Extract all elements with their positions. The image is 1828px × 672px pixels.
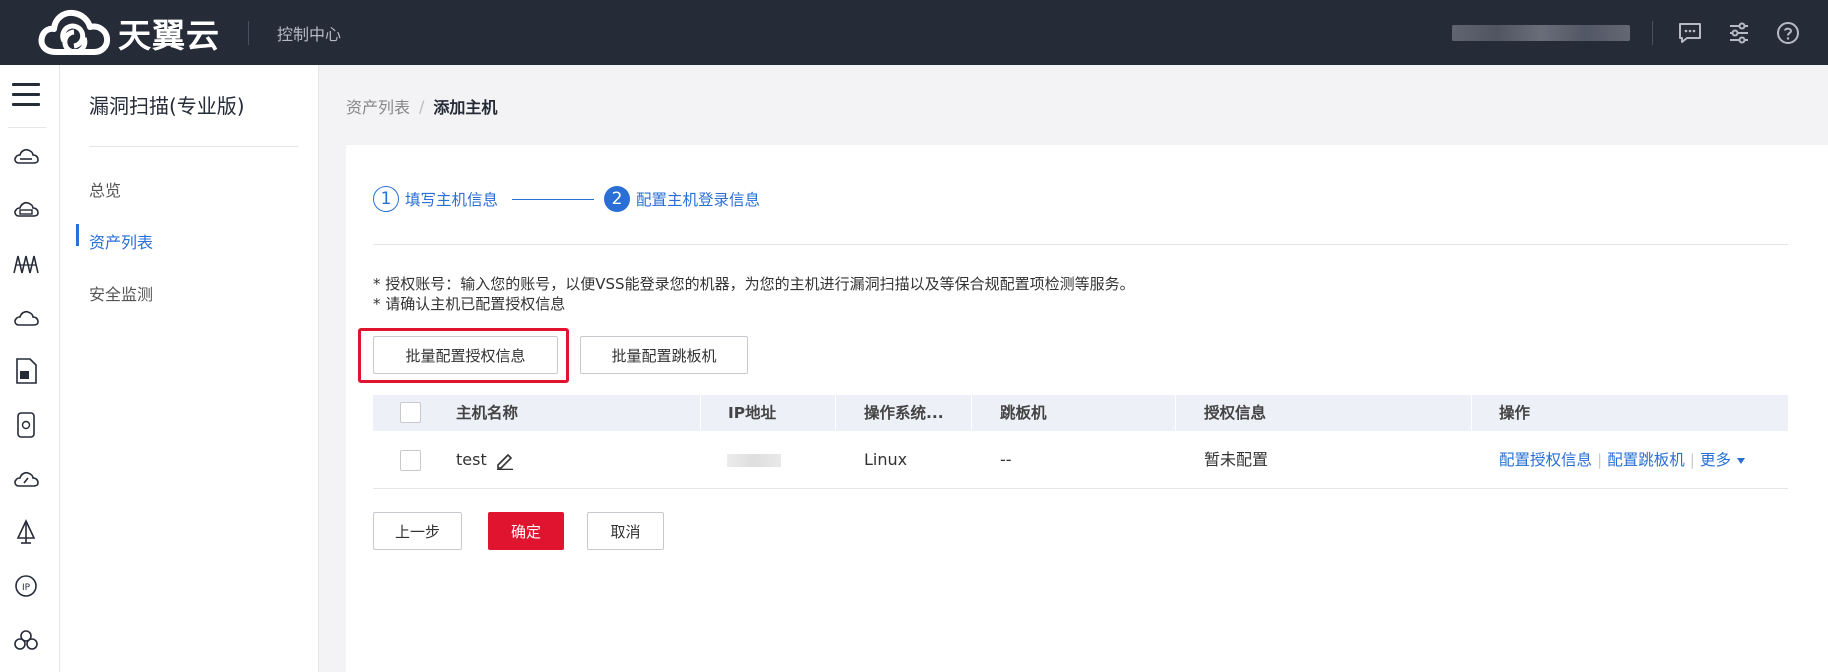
column-ip: IP地址: [728, 404, 777, 422]
confirm-button[interactable]: 确定: [488, 512, 564, 550]
column-jump-host: 跳板机: [1000, 404, 1047, 422]
logo-text: 天翼云: [118, 15, 220, 55]
header-divider: [248, 20, 249, 45]
header-right-divider: [1652, 20, 1653, 45]
auth-account-note: * 授权账号：输入您的账号，以便VSS能登录您的机器，为您的主机进行漏洞扫描以及…: [373, 275, 1135, 293]
op-separator: |: [1597, 451, 1603, 469]
step-connector: [512, 198, 595, 200]
column-divider: [700, 395, 701, 431]
table-row: test Linux -- 暂未配置 配置授权信息 | 配置跳板机 | 更多: [373, 431, 1788, 489]
logo[interactable]: 天翼云: [36, 0, 220, 65]
config-auth-link[interactable]: 配置授权信息: [1499, 451, 1592, 469]
rail-divider: [8, 127, 46, 128]
column-divider: [835, 395, 836, 431]
user-account[interactable]: [1452, 24, 1630, 41]
edit-icon[interactable]: [495, 450, 515, 471]
op-separator: |: [1689, 451, 1695, 469]
more-dropdown[interactable]: 更多: [1700, 451, 1746, 469]
cloud-icon[interactable]: [12, 304, 40, 332]
step-indicator: 1 填写主机信息 2 配置主机登录信息: [373, 186, 760, 212]
svg-text:IP: IP: [22, 583, 31, 593]
cloud-server-icon[interactable]: [12, 143, 40, 171]
caret-down-icon: [1736, 457, 1745, 464]
column-divider: [1471, 395, 1472, 431]
header-right: [1452, 0, 1828, 65]
breadcrumb: 资产列表 / 添加主机: [346, 94, 497, 118]
message-icon[interactable]: [1677, 20, 1703, 46]
steps-divider: [373, 244, 1788, 245]
confirm-auth-note: * 请确认主机已配置授权信息: [373, 295, 566, 313]
column-host-name: 主机名称: [456, 404, 519, 422]
breadcrumb-separator: /: [419, 96, 425, 116]
operations-cell: 配置授权信息 | 配置跳板机 | 更多: [1499, 431, 1746, 489]
secondary-sidebar: 漏洞扫描(专业版) 总览 资产列表 安全监测: [60, 65, 319, 672]
settings-sliders-icon[interactable]: [1726, 20, 1752, 46]
step-1-label: 填写主机信息: [405, 191, 499, 209]
auth-info-cell: 暂未配置: [1204, 450, 1269, 469]
column-divider: [971, 395, 972, 431]
sail-icon[interactable]: [12, 518, 40, 546]
column-operations: 操作: [1499, 404, 1531, 422]
breadcrumb-current: 添加主机: [433, 98, 498, 117]
help-icon[interactable]: [1775, 20, 1801, 46]
server-icon[interactable]: [12, 196, 40, 224]
console-link[interactable]: 控制中心: [277, 21, 341, 45]
table-header: 主机名称 IP地址 操作系统... 跳板机 授权信息 操作: [373, 395, 1788, 431]
ip-icon[interactable]: IP: [12, 572, 40, 600]
cluster-icon[interactable]: [12, 626, 40, 654]
column-divider: [1175, 395, 1176, 431]
config-jump-link[interactable]: 配置跳板机: [1607, 451, 1685, 469]
sidebar-item-overview[interactable]: 总览: [89, 177, 121, 201]
column-os: 操作系统...: [864, 404, 944, 422]
menu-icon[interactable]: [12, 83, 40, 107]
document-icon[interactable]: [12, 357, 40, 385]
previous-step-button[interactable]: 上一步: [373, 512, 462, 550]
column-auth-info: 授权信息: [1204, 404, 1267, 422]
more-label: 更多: [1700, 451, 1732, 469]
main-card: 1 填写主机信息 2 配置主机登录信息 * 授权账号：输入您的账号，以便VSS能…: [346, 145, 1828, 672]
row-checkbox[interactable]: [400, 450, 421, 471]
active-indicator: [76, 224, 79, 246]
host-name-cell: test: [456, 450, 487, 469]
storage-icon[interactable]: [12, 411, 40, 439]
os-cell: Linux: [864, 450, 908, 469]
sidebar-item-security-monitoring[interactable]: 安全监测: [89, 281, 153, 305]
jump-host-cell: --: [1000, 450, 1012, 469]
breadcrumb-parent[interactable]: 资产列表: [346, 94, 410, 118]
batch-config-jump-button[interactable]: 批量配置跳板机: [580, 336, 748, 374]
ip-cell: [727, 454, 781, 467]
icon-rail: IP: [0, 65, 60, 672]
sidebar-item-asset-list[interactable]: 资产列表: [89, 229, 153, 253]
product-title: 漏洞扫描(专业版): [89, 94, 245, 118]
cloud-logo-icon: [38, 9, 111, 55]
step-2-label: 配置主机登录信息: [636, 191, 761, 209]
top-bar: 天翼云 控制中心: [0, 0, 1828, 65]
step-1-number: 1: [373, 186, 399, 212]
cloud-monitor-icon[interactable]: [12, 465, 40, 493]
cancel-button[interactable]: 取消: [587, 512, 664, 550]
step-2-number: 2: [604, 186, 631, 212]
select-all-checkbox[interactable]: [400, 402, 421, 423]
network-icon[interactable]: [12, 250, 40, 278]
batch-config-auth-button[interactable]: 批量配置授权信息: [373, 336, 558, 374]
sidebar-divider: [89, 146, 298, 147]
